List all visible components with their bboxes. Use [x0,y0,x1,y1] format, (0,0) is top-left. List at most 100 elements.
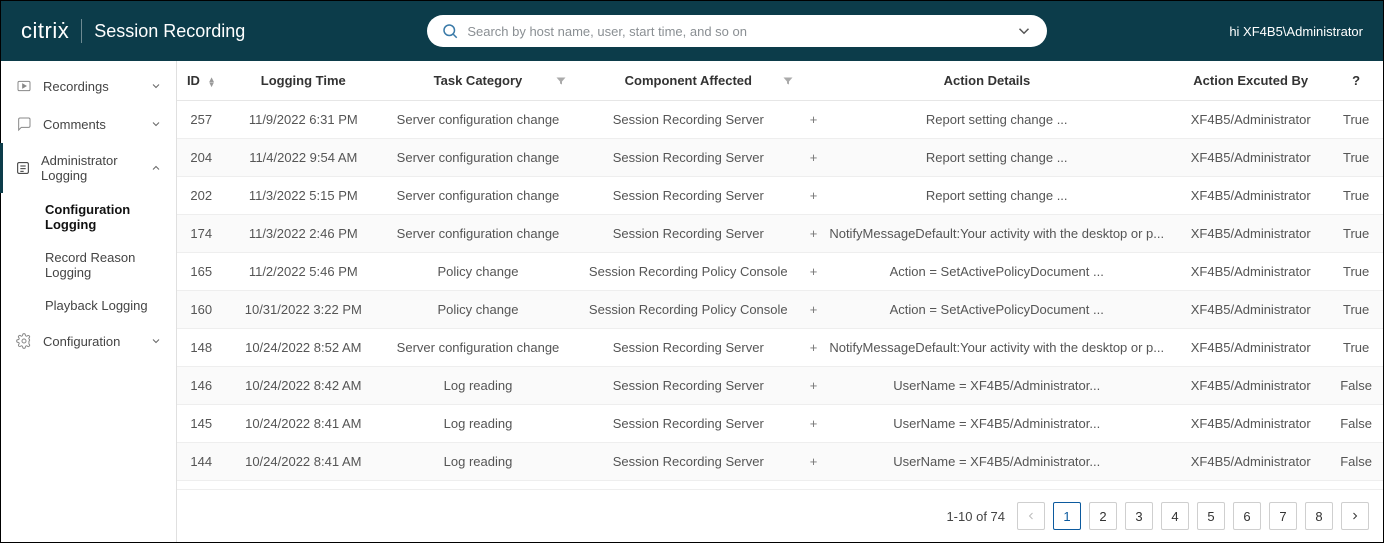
table-row[interactable]: 145 10/24/2022 8:41 AM Log reading Sessi… [177,405,1383,443]
page-button-4[interactable]: 4 [1161,502,1189,530]
sidebar-sub-playback-logging[interactable]: Playback Logging [1,289,176,322]
filter-icon[interactable] [555,75,567,87]
expand-icon[interactable]: + [810,226,824,241]
page-button-2[interactable]: 2 [1089,502,1117,530]
search-wrap [245,15,1229,47]
page-button-1[interactable]: 1 [1053,502,1081,530]
cell-executed-by: XF4B5/Administrator [1172,291,1329,329]
cell-component-affected: Session Recording Server [575,405,802,443]
cell-id: 160 [177,291,225,329]
cell-result: True [1329,177,1383,215]
user-greeting: hi XF4B5\Administrator [1229,24,1363,39]
gear-icon [15,332,33,350]
cell-component-affected: Session Recording Policy Console [575,291,802,329]
col-header-question[interactable]: ? [1329,61,1383,101]
cell-component-affected: Session Recording Server [575,101,802,139]
cell-component-affected: Session Recording Server [575,215,802,253]
cell-id: 144 [177,443,225,481]
action-text: UserName = XF4B5/Administrator... [829,416,1164,431]
sidebar-item-administrator-logging[interactable]: Administrator Logging [0,143,176,193]
cell-action-details: + UserName = XF4B5/Administrator... [802,443,1172,481]
page-button-8[interactable]: 8 [1305,502,1333,530]
page-button-7[interactable]: 7 [1269,502,1297,530]
cell-logging-time: 11/2/2022 5:46 PM [225,253,381,291]
action-text: UserName = XF4B5/Administrator... [829,454,1164,469]
sort-icon[interactable]: ▲▼ [208,77,216,87]
pagination-range: 1-10 of 74 [946,509,1005,524]
cell-logging-time: 10/24/2022 8:41 AM [225,405,381,443]
col-header-action-executed-by[interactable]: Action Excuted By [1172,61,1329,101]
search-dropdown-icon[interactable] [1015,22,1033,40]
table-row[interactable]: 165 11/2/2022 5:46 PM Policy change Sess… [177,253,1383,291]
expand-icon[interactable]: + [810,378,824,393]
cell-id: 148 [177,329,225,367]
col-header-logging-time[interactable]: Logging Time [225,61,381,101]
chevron-down-icon [150,80,162,92]
expand-icon[interactable]: + [810,302,824,317]
table-row[interactable]: 202 11/3/2022 5:15 PM Server configurati… [177,177,1383,215]
expand-icon[interactable]: + [810,150,824,165]
log-table: ID ▲▼ Logging Time Task Category Compone… [177,61,1383,481]
page-button-6[interactable]: 6 [1233,502,1261,530]
cell-task-category: Log reading [381,405,575,443]
action-text: Report setting change ... [829,188,1164,203]
col-header-action-details[interactable]: Action Details [802,61,1172,101]
cell-id: 174 [177,215,225,253]
sidebar-sub-record-reason-logging[interactable]: Record Reason Logging [1,241,176,289]
sidebar-item-comments[interactable]: Comments [1,105,176,143]
col-header-id[interactable]: ID ▲▼ [177,61,225,101]
cell-component-affected: Session Recording Policy Console [575,253,802,291]
table-row[interactable]: 144 10/24/2022 8:41 AM Log reading Sessi… [177,443,1383,481]
expand-icon[interactable]: + [810,454,824,469]
sidebar-sub-configuration-logging[interactable]: Configuration Logging [1,193,176,241]
table-row[interactable]: 174 11/3/2022 2:46 PM Server configurati… [177,215,1383,253]
table-row[interactable]: 148 10/24/2022 8:52 AM Server configurat… [177,329,1383,367]
sidebar-item-label: Configuration [43,334,120,349]
chevron-down-icon [150,118,162,130]
col-header-component-affected[interactable]: Component Affected [575,61,802,101]
table-header: ID ▲▼ Logging Time Task Category Compone… [177,61,1383,101]
cell-task-category: Log reading [381,443,575,481]
product-name: Session Recording [94,21,245,42]
cell-task-category: Policy change [381,253,575,291]
cell-task-category: Server configuration change [381,215,575,253]
cell-logging-time: 10/24/2022 8:41 AM [225,443,381,481]
cell-id: 165 [177,253,225,291]
page-button-3[interactable]: 3 [1125,502,1153,530]
cell-logging-time: 11/9/2022 6:31 PM [225,101,381,139]
sidebar-item-recordings[interactable]: Recordings [1,67,176,105]
expand-icon[interactable]: + [810,264,824,279]
sidebar-item-configuration[interactable]: Configuration [1,322,176,360]
cell-component-affected: Session Recording Server [575,367,802,405]
col-header-task-category[interactable]: Task Category [381,61,575,101]
cell-task-category: Server configuration change [381,139,575,177]
page-button-5[interactable]: 5 [1197,502,1225,530]
action-text: Report setting change ... [829,150,1164,165]
page-prev-button[interactable] [1017,502,1045,530]
play-icon [15,77,33,95]
table-row[interactable]: 257 11/9/2022 6:31 PM Server configurati… [177,101,1383,139]
brand-logo: citriẋ [21,18,69,44]
table-row[interactable]: 204 11/4/2022 9:54 AM Server configurati… [177,139,1383,177]
search-box[interactable] [427,15,1047,47]
cell-action-details: + Action = SetActivePolicyDocument ... [802,253,1172,291]
cell-id: 202 [177,177,225,215]
table-row[interactable]: 160 10/31/2022 3:22 PM Policy change Ses… [177,291,1383,329]
expand-icon[interactable]: + [810,416,824,431]
cell-result: True [1329,101,1383,139]
cell-logging-time: 10/24/2022 8:42 AM [225,367,381,405]
sidebar: Recordings Comments Administrator Loggin… [1,61,177,542]
cell-component-affected: Session Recording Server [575,443,802,481]
expand-icon[interactable]: + [810,188,824,203]
expand-icon[interactable]: + [810,112,824,127]
chevron-up-icon [150,162,162,174]
cell-component-affected: Session Recording Server [575,139,802,177]
cell-id: 204 [177,139,225,177]
filter-icon[interactable] [782,75,794,87]
table-row[interactable]: 146 10/24/2022 8:42 AM Log reading Sessi… [177,367,1383,405]
cell-executed-by: XF4B5/Administrator [1172,405,1329,443]
cell-action-details: + Report setting change ... [802,177,1172,215]
search-input[interactable] [467,24,1015,39]
page-next-button[interactable] [1341,502,1369,530]
expand-icon[interactable]: + [810,340,824,355]
